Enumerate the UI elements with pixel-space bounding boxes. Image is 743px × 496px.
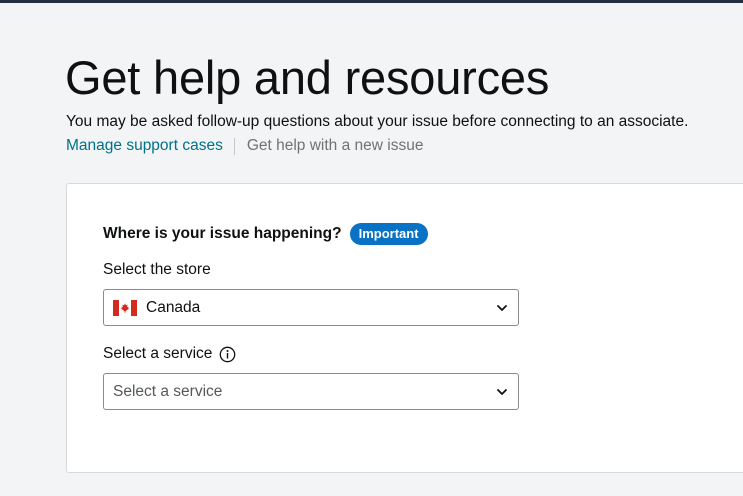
- store-label-text: Select the store: [103, 261, 211, 278]
- nav-divider: [233, 137, 235, 155]
- store-label: Select the store: [103, 261, 211, 279]
- important-badge: Important: [349, 223, 428, 245]
- store-select-value: Canada: [146, 298, 201, 316]
- service-select-placeholder: Select a service: [113, 382, 223, 400]
- canada-flag-icon: [113, 299, 137, 316]
- subnav: Manage support cases Get help with a new…: [66, 136, 423, 156]
- page-subtitle: You may be asked follow-up questions abo…: [66, 113, 689, 130]
- question-row: Where is your issue happening? Important: [103, 223, 428, 245]
- issue-location-question: Where is your issue happening?: [103, 225, 342, 242]
- issue-card: Where is your issue happening? Important…: [66, 183, 743, 473]
- service-select[interactable]: Select a service: [103, 373, 519, 410]
- page-title: Get help and resources: [65, 51, 550, 104]
- store-select[interactable]: Canada: [103, 289, 519, 326]
- top-bar: [0, 0, 743, 3]
- new-issue-link[interactable]: Get help with a new issue: [247, 136, 424, 156]
- service-label-text: Select a service: [103, 345, 213, 362]
- chevron-down-icon: [497, 305, 507, 311]
- info-icon[interactable]: [219, 346, 236, 363]
- service-label: Select a service: [103, 345, 236, 363]
- chevron-down-icon: [497, 389, 507, 395]
- manage-support-cases-link[interactable]: Manage support cases: [66, 136, 223, 156]
